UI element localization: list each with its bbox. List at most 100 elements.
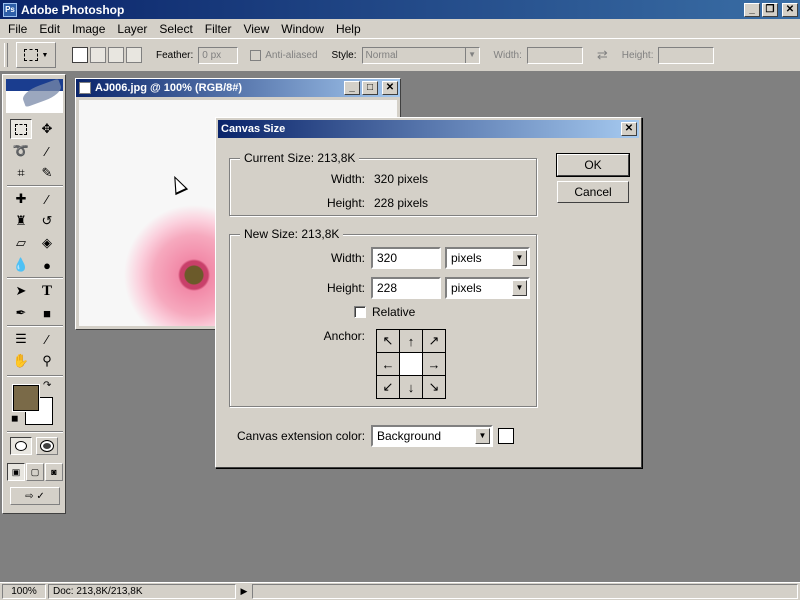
menu-file[interactable]: File	[2, 22, 33, 36]
tool-preset-picker[interactable]: ▼	[16, 42, 56, 68]
add-to-selection-button[interactable]	[90, 47, 106, 63]
new-selection-button[interactable]	[72, 47, 88, 63]
chevron-down-icon: ▼	[512, 280, 527, 296]
feather-input[interactable]: 0 px	[198, 46, 239, 64]
anchor-bottom[interactable]: ↓	[400, 376, 422, 398]
relative-checkbox[interactable]	[354, 306, 366, 318]
history-brush-tool[interactable]: ↺	[36, 211, 58, 231]
close-button[interactable]: ✕	[782, 2, 798, 17]
anchor-top-left[interactable]: ↖	[377, 330, 399, 352]
rectangle-shape-icon: ■	[43, 305, 51, 321]
crop-tool[interactable]: ⌗	[10, 163, 32, 183]
rect-marquee-icon	[15, 123, 27, 135]
lasso-tool[interactable]: ➰	[10, 141, 32, 161]
antialiased-checkbox[interactable]	[250, 49, 262, 61]
photoshop-logo[interactable]	[6, 79, 63, 113]
document-minimize-button[interactable]: _	[344, 81, 360, 95]
quick-mask-mode-button[interactable]	[36, 437, 58, 455]
style-select-value: Normal	[365, 49, 398, 61]
foreground-color-swatch[interactable]	[12, 384, 40, 412]
blur-tool[interactable]: 💧	[10, 255, 32, 275]
hand-tool[interactable]: ✋	[10, 351, 32, 371]
document-close-button[interactable]: ✕	[382, 81, 398, 95]
pen-tool[interactable]: ✒	[10, 303, 32, 323]
document-maximize-button[interactable]: □	[362, 81, 378, 95]
type-tool[interactable]: T	[36, 281, 58, 301]
menu-window[interactable]: Window	[275, 22, 330, 36]
swap-icon[interactable]: ⇄	[597, 47, 608, 63]
menu-edit[interactable]: Edit	[33, 22, 66, 36]
minimize-button[interactable]: _	[744, 2, 760, 17]
dialog-close-button[interactable]: ✕	[621, 122, 637, 136]
standard-screen-mode-button[interactable]: ▣	[7, 463, 25, 481]
zoom-level-field[interactable]: 100%	[2, 584, 46, 599]
marquee-tool[interactable]	[10, 119, 32, 139]
subtract-from-selection-button[interactable]	[108, 47, 124, 63]
rectangle-tool[interactable]: ■	[36, 303, 58, 323]
menu-filter[interactable]: Filter	[199, 22, 238, 36]
anchor-top-right[interactable]: ↗	[423, 330, 445, 352]
menu-select[interactable]: Select	[153, 22, 198, 36]
eyedropper-tool[interactable]: ⁄	[36, 329, 58, 349]
menu-view[interactable]: View	[237, 22, 275, 36]
extension-color-select[interactable]: Background ▼	[371, 425, 493, 447]
app-title-bar: Ps Adobe Photoshop _ ❐ ✕	[0, 0, 800, 19]
notes-tool[interactable]: ☰	[10, 329, 32, 349]
dodge-tool[interactable]: ●	[36, 255, 58, 275]
eraser-tool[interactable]: ▱	[10, 233, 32, 253]
width-label: Width:	[493, 49, 522, 61]
height-input[interactable]	[658, 46, 715, 64]
jump-to-imageready-button[interactable]: ⇨ ✓	[10, 487, 60, 505]
style-select[interactable]: Normal ▼	[361, 46, 480, 64]
new-height-unit-value: pixels	[451, 281, 482, 295]
menu-help[interactable]: Help	[330, 22, 367, 36]
paint-bucket-tool[interactable]: ◈	[36, 233, 58, 253]
extension-color-swatch[interactable]	[498, 428, 514, 444]
type-icon: T	[41, 282, 52, 299]
current-height-value: 228 pixels	[374, 196, 429, 210]
standard-mode-button[interactable]	[10, 437, 32, 455]
full-screen-menu-mode-button[interactable]: ▢	[26, 463, 44, 481]
brush-tool[interactable]: ⁄	[36, 189, 58, 209]
options-bar-grip[interactable]	[4, 43, 8, 67]
stamp-icon: ♜	[15, 213, 27, 228]
intersect-selection-button[interactable]	[126, 47, 142, 63]
current-height-label: Height:	[326, 196, 365, 210]
hand-icon: ✋	[12, 353, 30, 368]
anchor-top[interactable]: ↑	[400, 330, 422, 352]
move-tool[interactable]: ✥	[36, 119, 58, 139]
new-width-input[interactable]: 320	[371, 247, 441, 269]
cancel-button[interactable]: Cancel	[557, 181, 629, 203]
zoom-tool[interactable]: ⚲	[36, 351, 58, 371]
toolbox-separator	[7, 277, 63, 279]
extension-color-label: Canvas extension color:	[237, 429, 366, 443]
menu-image[interactable]: Image	[66, 22, 111, 36]
document-title: AJ006.jpg @ 100% (RGB/8#)	[95, 82, 243, 94]
anchor-bottom-right[interactable]: ↘	[423, 376, 445, 398]
dialog-title: Canvas Size	[221, 123, 286, 135]
document-title-bar[interactable]: AJ006.jpg @ 100% (RGB/8#) _ □ ✕	[76, 79, 400, 97]
healing-brush-tool[interactable]: ✚	[10, 189, 32, 209]
anchor-left[interactable]: ←	[377, 353, 399, 375]
anchor-bottom-left[interactable]: ↙	[377, 376, 399, 398]
anchor-center[interactable]	[400, 353, 422, 375]
anchor-right[interactable]: →	[423, 353, 445, 375]
status-menu-arrow-icon[interactable]: ▶	[238, 586, 250, 597]
full-screen-mode-button[interactable]: ◙	[45, 463, 63, 481]
restore-button[interactable]: ❐	[762, 2, 778, 17]
dialog-title-bar[interactable]: Canvas Size ✕	[218, 120, 639, 138]
menu-layer[interactable]: Layer	[111, 22, 153, 36]
feather-icon	[20, 79, 63, 108]
ok-button[interactable]: OK	[556, 153, 630, 177]
new-height-unit-select[interactable]: pixels ▼	[445, 277, 530, 299]
new-width-unit-select[interactable]: pixels ▼	[445, 247, 530, 269]
width-input[interactable]	[526, 46, 583, 64]
crop-icon: ⌗	[17, 165, 25, 180]
default-colors-icon[interactable]: ◼	[11, 413, 18, 424]
slice-tool[interactable]: ✎	[36, 163, 58, 183]
path-selection-tool[interactable]: ➤	[10, 281, 32, 301]
new-height-input[interactable]: 228	[371, 277, 441, 299]
magic-wand-tool[interactable]: ⁄	[36, 141, 58, 161]
clone-stamp-tool[interactable]: ♜	[10, 211, 32, 231]
swap-colors-icon[interactable]: ↷	[43, 380, 51, 391]
